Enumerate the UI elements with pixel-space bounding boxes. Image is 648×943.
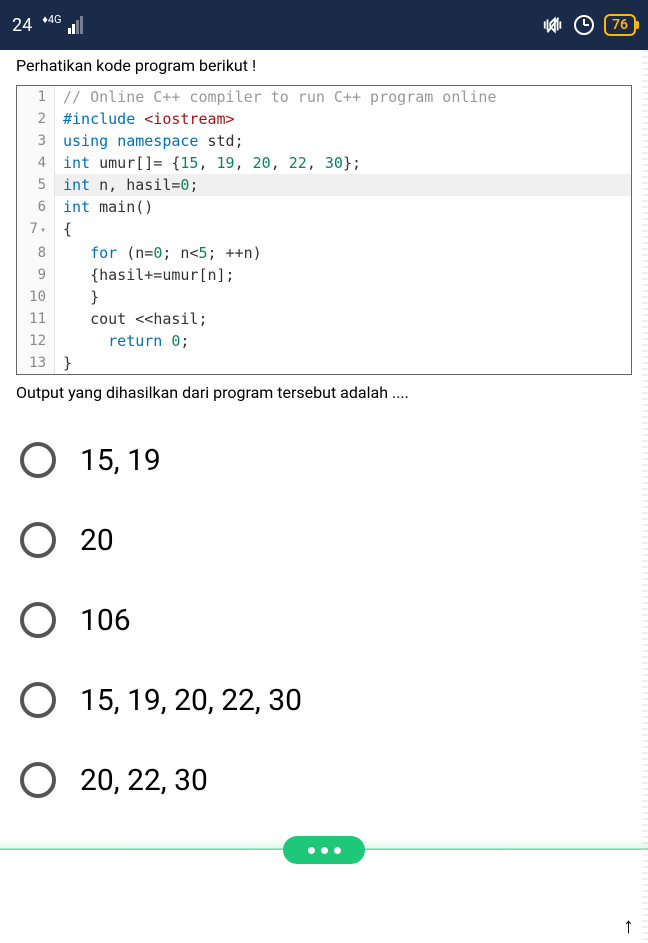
gutter-line-number: 8 [17, 242, 55, 264]
code-line: 5int n, hasil=0; [17, 174, 631, 196]
option-2[interactable]: 20 [20, 522, 632, 558]
option-label: 15, 19, 20, 22, 30 [80, 683, 302, 718]
gutter-line-number: 1 [17, 86, 55, 108]
code-line: 2#include <iostream> [17, 108, 631, 130]
option-1[interactable]: 15, 19 [20, 442, 632, 478]
option-3[interactable]: 106 [20, 602, 632, 638]
question-prompt: Perhatikan kode program berikut ! [16, 50, 632, 85]
code-text: cout <<hasil; [55, 308, 208, 330]
scroll-up-arrow[interactable]: ↑ [623, 913, 634, 939]
clock-time: 24 [12, 15, 32, 36]
code-line: 6int main() [17, 196, 631, 218]
network-type: ♦4G [42, 13, 61, 26]
bottom-divider [0, 848, 648, 850]
expand-pill[interactable] [283, 836, 365, 864]
code-line: 3using namespace std; [17, 130, 631, 152]
gutter-line-number: 4 [17, 152, 55, 174]
code-text: int main() [55, 196, 153, 218]
options-list: 15, 19 20 106 15, 19, 20, 22, 30 20, 22, 30 [16, 442, 632, 798]
option-4[interactable]: 15, 19, 20, 22, 30 [20, 682, 632, 718]
option-label: 20, 22, 30 [80, 763, 208, 798]
battery-badge: 76 [604, 14, 636, 36]
status-right: 76 [542, 14, 636, 36]
code-line: 8 for (n=0; n<5; ++n) [17, 242, 631, 264]
radio-icon[interactable] [20, 762, 56, 798]
code-text: for (n=0; n<5; ++n) [55, 242, 262, 264]
question-followup: Output yang dihasilkan dari program ters… [16, 383, 632, 402]
radio-icon[interactable] [20, 522, 56, 558]
code-text: } [55, 286, 99, 308]
radio-icon[interactable] [20, 602, 56, 638]
code-text: #include <iostream> [55, 108, 235, 130]
gutter-line-number: 5 [17, 174, 55, 196]
code-line: 10 } [17, 286, 631, 308]
option-5[interactable]: 20, 22, 30 [20, 762, 632, 798]
code-text: using namespace std; [55, 130, 244, 152]
gutter-line-number: 9 [17, 264, 55, 286]
code-line: 13} [17, 352, 631, 374]
option-label: 20 [80, 523, 114, 558]
radio-icon[interactable] [20, 442, 56, 478]
code-line: 4int umur[]= {15, 19, 20, 22, 30}; [17, 152, 631, 174]
code-text: {hasil+=umur[n]; [55, 264, 235, 286]
code-text: int n, hasil=0; [55, 174, 198, 196]
code-text: int umur[]= {15, 19, 20, 22, 30}; [55, 152, 361, 174]
scroll-edge [642, 50, 648, 943]
vibrate-mute-icon [542, 15, 564, 35]
signal-icon [68, 16, 83, 34]
code-line: 12 return 0; [17, 330, 631, 352]
quiz-content: Perhatikan kode program berikut ! 1// On… [0, 50, 648, 818]
gutter-line-number: 13 [17, 352, 55, 374]
status-left: 24 ♦4G [12, 15, 83, 36]
code-text: } [55, 352, 72, 374]
option-label: 106 [80, 603, 131, 638]
code-line: 11 cout <<hasil; [17, 308, 631, 330]
code-line: 1// Online C++ compiler to run C++ progr… [17, 86, 631, 108]
alarm-icon [574, 15, 594, 35]
code-line: 7{ [17, 218, 631, 242]
code-text: // Online C++ compiler to run C++ progra… [55, 86, 496, 108]
gutter-line-number: 12 [17, 330, 55, 352]
gutter-line-number: 2 [17, 108, 55, 130]
code-text: { [55, 218, 72, 242]
gutter-line-number: 11 [17, 308, 55, 330]
status-bar: 24 ♦4G 76 [0, 0, 648, 50]
code-block: 1// Online C++ compiler to run C++ progr… [16, 85, 632, 375]
code-text: return 0; [55, 330, 189, 352]
option-label: 15, 19 [80, 443, 161, 478]
code-line: 9 {hasil+=umur[n]; [17, 264, 631, 286]
gutter-line-number: 6 [17, 196, 55, 218]
gutter-line-number: 7 [17, 218, 55, 242]
gutter-line-number: 3 [17, 130, 55, 152]
gutter-line-number: 10 [17, 286, 55, 308]
radio-icon[interactable] [20, 682, 56, 718]
